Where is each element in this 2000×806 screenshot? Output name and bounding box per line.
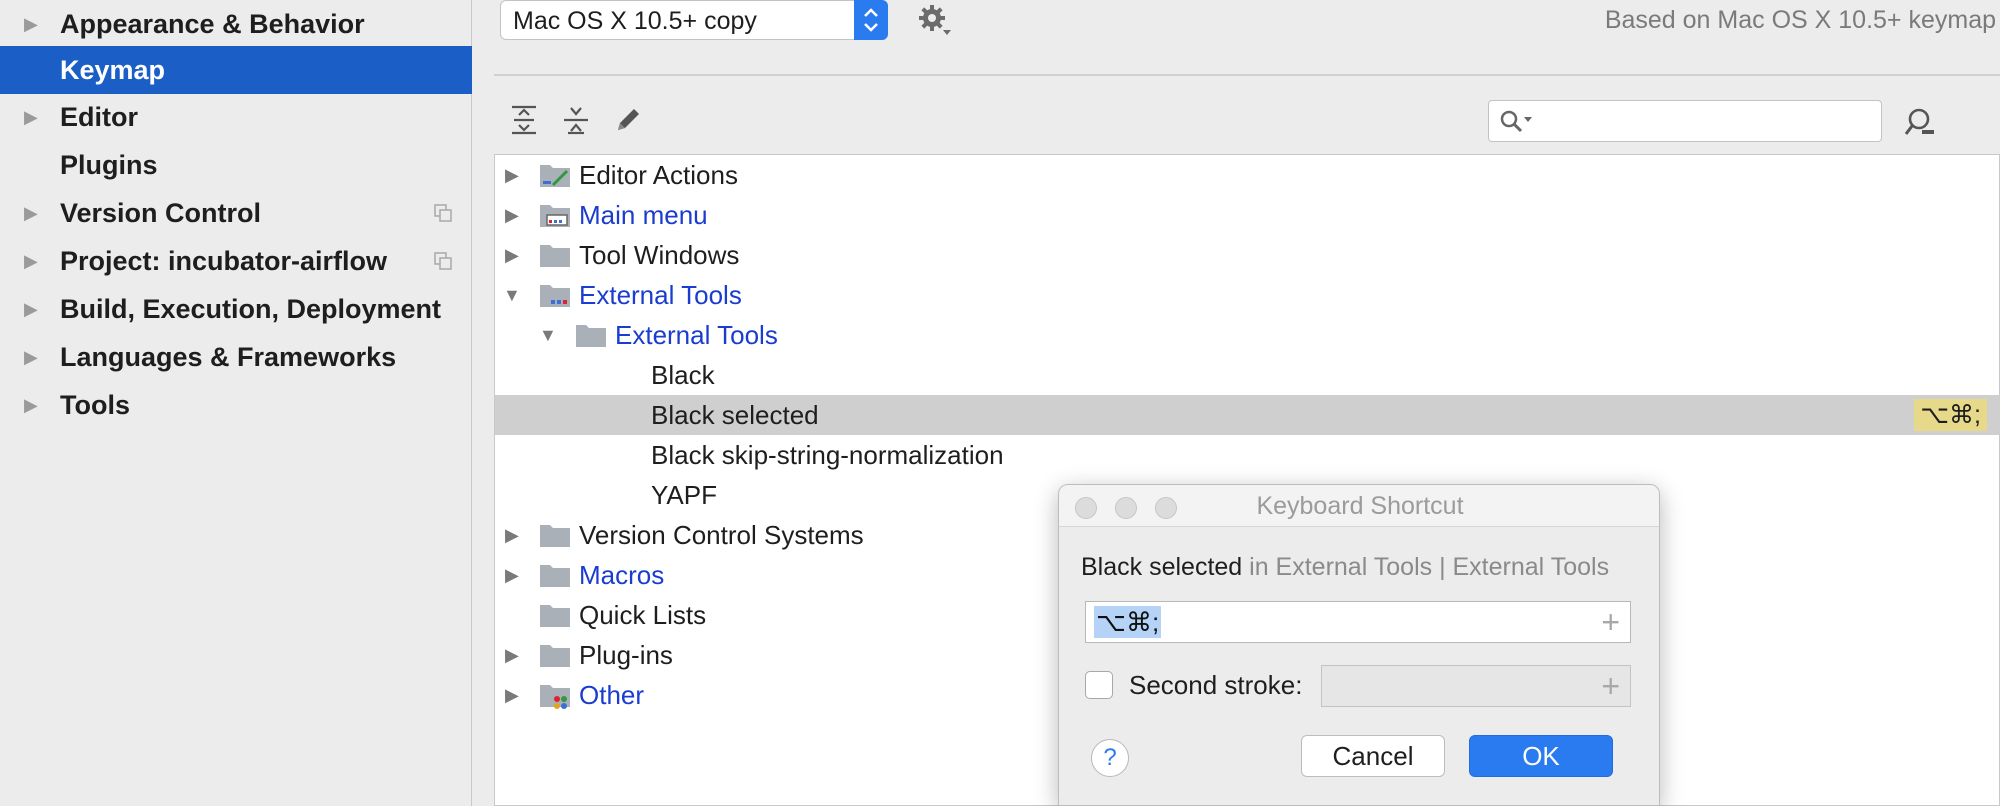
edit-icon[interactable]: [612, 104, 644, 136]
help-button[interactable]: ?: [1091, 739, 1129, 777]
cancel-button[interactable]: Cancel: [1301, 735, 1445, 777]
sidebar-item-label: Keymap: [60, 55, 166, 85]
tree-row-external-tools-group[interactable]: ▼ External Tools: [495, 315, 2000, 355]
folder-icon: [540, 245, 570, 267]
other-folder-icon: [540, 685, 570, 709]
sidebar-item-build-execution-deployment[interactable]: ▶ Build, Execution, Deployment: [0, 285, 472, 333]
expand-arrow-icon[interactable]: ▶: [24, 297, 42, 321]
collapse-arrow-icon[interactable]: ▼: [503, 285, 523, 305]
expand-arrow-icon[interactable]: ▶: [505, 685, 525, 705]
sidebar-item-label: Plugins: [60, 150, 158, 180]
expand-arrow-icon[interactable]: ▶: [505, 565, 525, 585]
sidebar-item-languages-frameworks[interactable]: ▶ Languages & Frameworks: [0, 333, 472, 381]
editor-actions-folder-icon: [540, 165, 570, 187]
keymap-select-value: Mac OS X 10.5+ copy: [513, 7, 757, 35]
sidebar-item-label: Languages & Frameworks: [60, 342, 397, 372]
copy-icon: [434, 252, 452, 270]
second-stroke-field[interactable]: +: [1321, 665, 1631, 707]
collapse-all-icon[interactable]: [560, 104, 592, 136]
action-path: in External Tools | External Tools: [1242, 553, 1610, 581]
tree-row-label: Quick Lists: [579, 600, 707, 630]
sidebar-item-label: Project: incubator-airflow: [60, 246, 388, 276]
tree-row-tool-windows[interactable]: ▶ Tool Windows: [495, 235, 2000, 275]
sidebar-item-appearance-behavior[interactable]: ▶ Appearance & Behavior: [0, 0, 472, 48]
sidebar-item-editor[interactable]: ▶ Editor: [0, 93, 472, 141]
tree-row-black[interactable]: Black: [495, 355, 2000, 395]
tree-row-main-menu[interactable]: ▶ Main menu: [495, 195, 2000, 235]
expand-arrow-icon[interactable]: ▶: [505, 205, 525, 225]
add-stroke-icon[interactable]: +: [1601, 668, 1620, 704]
tree-row-label: Tool Windows: [579, 240, 740, 270]
main-menu-folder-icon: [540, 205, 570, 227]
expand-arrow-icon[interactable]: ▶: [505, 525, 525, 545]
copy-icon: [434, 204, 452, 222]
tree-row-editor-actions[interactable]: ▶ Editor Actions: [495, 155, 2000, 195]
search-icon: [1500, 110, 1532, 133]
expand-arrow-icon[interactable]: ▶: [505, 645, 525, 665]
select-arrows-icon[interactable]: [854, 0, 888, 40]
sidebar-item-keymap[interactable]: Keymap: [0, 46, 472, 94]
tree-row-label: Other: [579, 680, 645, 710]
tree-row-label: Plug-ins: [579, 640, 673, 670]
ok-button[interactable]: OK: [1469, 735, 1613, 777]
tree-row-external-tools[interactable]: ▼ External Tools: [495, 275, 2000, 315]
first-stroke-field[interactable]: ⌥⌘; +: [1085, 601, 1631, 643]
expand-all-icon[interactable]: [508, 104, 540, 136]
sidebar-item-label: Editor: [60, 102, 138, 132]
divider: [494, 74, 2000, 76]
dialog-titlebar[interactable]: Keyboard Shortcut: [1059, 485, 1659, 527]
tree-row-black-skip-string-normalization[interactable]: Black skip-string-normalization: [495, 435, 2000, 475]
sidebar-item-label: Build, Execution, Deployment: [60, 294, 442, 324]
sidebar-item-label: Tools: [60, 390, 130, 420]
search-input[interactable]: [1488, 100, 1882, 142]
folder-icon: [540, 605, 570, 627]
collapse-arrow-icon[interactable]: ▼: [539, 325, 559, 345]
expand-arrow-icon[interactable]: ▶: [505, 165, 525, 185]
tree-row-label: Black skip-string-normalization: [651, 440, 1004, 470]
tree-row-label: Black: [651, 360, 715, 390]
folder-icon: [540, 525, 570, 547]
sidebar-item-version-control[interactable]: ▶ Version Control: [0, 189, 472, 237]
based-on-label: Based on Mac OS X 10.5+ keymap: [1604, 6, 1996, 34]
expand-arrow-icon[interactable]: ▶: [24, 345, 42, 369]
tree-row-label: Version Control Systems: [579, 520, 864, 550]
dialog-action-context: Black selected in External Tools | Exter…: [1081, 551, 1609, 583]
expand-arrow-icon[interactable]: ▶: [24, 105, 42, 129]
add-stroke-icon[interactable]: +: [1601, 604, 1620, 640]
dialog-title: Keyboard Shortcut: [1256, 492, 1464, 520]
sidebar-item-label: Version Control: [60, 198, 262, 228]
expand-arrow-icon[interactable]: ▶: [24, 201, 42, 225]
expand-arrow-icon[interactable]: ▶: [24, 249, 42, 273]
tree-row-label: Editor Actions: [579, 160, 738, 190]
folder-icon: [576, 325, 606, 347]
expand-arrow-icon[interactable]: ▶: [505, 245, 525, 265]
keyboard-shortcut-dialog: Keyboard Shortcut Black selected in Exte…: [1058, 484, 1660, 806]
find-by-shortcut-icon[interactable]: [1902, 104, 1938, 140]
sidebar-item-project[interactable]: ▶ Project: incubator-airflow: [0, 237, 472, 285]
action-name: Black selected: [1081, 553, 1243, 581]
expand-arrow-icon[interactable]: ▶: [24, 12, 42, 36]
tree-row-label: YAPF: [651, 480, 717, 510]
sidebar-item-plugins[interactable]: Plugins: [0, 141, 472, 189]
settings-sidebar: ▶ Appearance & Behavior Keymap ▶ Editor …: [0, 0, 472, 806]
second-stroke-checkbox[interactable]: [1085, 671, 1113, 699]
expand-arrow-icon[interactable]: ▶: [24, 393, 42, 417]
tree-row-label: Black selected: [651, 400, 819, 430]
tree-row-label: External Tools: [579, 280, 742, 310]
sidebar-item-tools[interactable]: ▶ Tools: [0, 381, 472, 429]
folder-icon: [540, 645, 570, 667]
tree-row-label: Macros: [579, 560, 665, 590]
folder-icon: [540, 565, 570, 587]
tree-row-label: External Tools: [615, 320, 778, 350]
first-stroke-value: ⌥⌘;: [1094, 606, 1162, 638]
gear-icon[interactable]: [918, 4, 952, 38]
keymap-select[interactable]: Mac OS X 10.5+ copy: [500, 0, 888, 40]
shortcut-badge: ⌥⌘;: [1914, 399, 1987, 431]
sidebar-item-label: Appearance & Behavior: [60, 9, 365, 39]
tree-row-black-selected[interactable]: Black selected ⌥⌘;: [495, 395, 2000, 435]
external-tools-folder-icon: [540, 285, 570, 307]
tree-row-label: Main menu: [579, 200, 708, 230]
second-stroke-label: Second stroke:: [1129, 670, 1303, 700]
